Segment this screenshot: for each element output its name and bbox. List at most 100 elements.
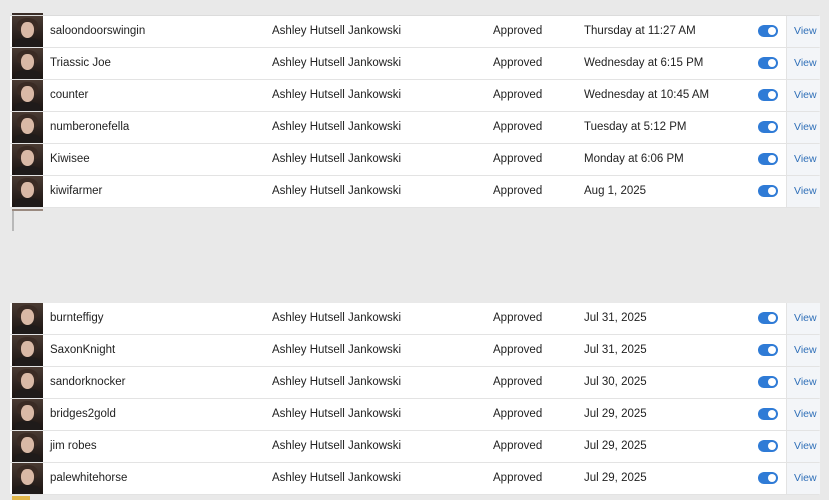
moderator-name: Ashley Hutsell Jankowski bbox=[272, 185, 402, 197]
toggle-knob bbox=[768, 123, 776, 131]
approve-toggle[interactable] bbox=[758, 344, 778, 356]
username[interactable]: saloondoorswingin bbox=[50, 16, 145, 47]
username[interactable]: SaxonKnight bbox=[50, 335, 115, 366]
avatar-icon[interactable] bbox=[12, 16, 43, 47]
view-link[interactable]: View bbox=[794, 176, 817, 207]
avatar-face bbox=[21, 118, 34, 134]
moderator-name: Ashley Hutsell Jankowski bbox=[272, 57, 402, 69]
avatar-shirt bbox=[15, 134, 40, 143]
avatar-icon[interactable] bbox=[12, 48, 43, 79]
view-column: View bbox=[786, 112, 820, 143]
username[interactable]: sandorknocker bbox=[50, 367, 125, 398]
toggle-knob bbox=[768, 59, 776, 67]
username[interactable]: kiwifarmer bbox=[50, 176, 102, 207]
avatar-icon[interactable] bbox=[12, 176, 43, 207]
view-column: View bbox=[786, 16, 820, 47]
view-column: View bbox=[786, 144, 820, 175]
view-link[interactable]: View bbox=[794, 399, 817, 430]
username[interactable]: Triassic Joe bbox=[50, 48, 111, 79]
username[interactable]: palewhitehorse bbox=[50, 463, 127, 494]
timestamp: Jul 31, 2025 bbox=[584, 312, 647, 324]
timestamp: Thursday at 11:27 AM bbox=[584, 25, 696, 37]
status-label: Approved bbox=[493, 89, 543, 101]
avatar-shirt bbox=[15, 485, 40, 494]
view-column: View bbox=[786, 48, 820, 79]
approve-toggle[interactable] bbox=[758, 57, 778, 69]
avatar-face bbox=[21, 405, 34, 421]
avatar-icon[interactable] bbox=[12, 431, 43, 462]
view-link[interactable]: View bbox=[794, 144, 817, 175]
status-label: Approved bbox=[493, 57, 543, 69]
view-link[interactable]: View bbox=[794, 463, 817, 494]
username[interactable]: counter bbox=[50, 80, 88, 111]
table-row: Triassic Joe Ashley Hutsell Jankowski Ap… bbox=[10, 48, 820, 80]
avatar-icon[interactable] bbox=[12, 144, 43, 175]
avatar-shirt bbox=[15, 198, 40, 207]
view-link[interactable]: View bbox=[794, 335, 817, 366]
moderator-name: Ashley Hutsell Jankowski bbox=[272, 121, 402, 133]
avatar-shirt bbox=[15, 102, 40, 111]
partial-row-edge bbox=[12, 209, 14, 231]
avatar-icon[interactable] bbox=[12, 335, 43, 366]
view-column: View bbox=[786, 463, 820, 494]
toggle-knob bbox=[768, 314, 776, 322]
view-link[interactable]: View bbox=[794, 112, 817, 143]
timestamp: Jul 29, 2025 bbox=[584, 440, 647, 452]
table-row: bridges2gold Ashley Hutsell Jankowski Ap… bbox=[10, 399, 820, 431]
approve-toggle[interactable] bbox=[758, 472, 778, 484]
view-column: View bbox=[786, 335, 820, 366]
approve-toggle[interactable] bbox=[758, 440, 778, 452]
approve-toggle[interactable] bbox=[758, 376, 778, 388]
avatar-shirt bbox=[15, 38, 40, 47]
approve-toggle[interactable] bbox=[758, 121, 778, 133]
view-link[interactable]: View bbox=[794, 48, 817, 79]
username[interactable]: bridges2gold bbox=[50, 399, 116, 430]
avatar-shirt bbox=[15, 166, 40, 175]
avatar-shirt bbox=[15, 70, 40, 79]
status-label: Approved bbox=[493, 25, 543, 37]
username[interactable]: numberonefella bbox=[50, 112, 129, 143]
table-row: SaxonKnight Ashley Hutsell Jankowski App… bbox=[10, 335, 820, 367]
table-row: counter Ashley Hutsell Jankowski Approve… bbox=[10, 80, 820, 112]
view-link[interactable]: View bbox=[794, 80, 817, 111]
avatar-icon[interactable] bbox=[12, 463, 43, 494]
avatar-icon[interactable] bbox=[12, 367, 43, 398]
status-label: Approved bbox=[493, 344, 543, 356]
status-label: Approved bbox=[493, 440, 543, 452]
avatar-face bbox=[21, 86, 34, 102]
avatar-face bbox=[21, 22, 34, 38]
username[interactable]: burnteffigy bbox=[50, 303, 104, 334]
avatar-icon[interactable] bbox=[12, 80, 43, 111]
view-column: View bbox=[786, 399, 820, 430]
timestamp: Tuesday at 5:12 PM bbox=[584, 121, 687, 133]
avatar-icon[interactable] bbox=[12, 303, 43, 334]
toggle-knob bbox=[768, 378, 776, 386]
status-label: Approved bbox=[493, 153, 543, 165]
approve-toggle[interactable] bbox=[758, 25, 778, 37]
avatar-face bbox=[21, 309, 34, 325]
toggle-knob bbox=[768, 91, 776, 99]
approve-toggle[interactable] bbox=[758, 312, 778, 324]
toggle-knob bbox=[768, 27, 776, 35]
approve-toggle[interactable] bbox=[758, 153, 778, 165]
approve-toggle[interactable] bbox=[758, 185, 778, 197]
view-link[interactable]: View bbox=[794, 16, 817, 47]
avatar-icon[interactable] bbox=[12, 399, 43, 430]
table-row: palewhitehorse Ashley Hutsell Jankowski … bbox=[10, 463, 820, 495]
status-label: Approved bbox=[493, 312, 543, 324]
view-link[interactable]: View bbox=[794, 431, 817, 462]
view-column: View bbox=[786, 431, 820, 462]
timestamp: Jul 30, 2025 bbox=[584, 376, 647, 388]
view-column: View bbox=[786, 367, 820, 398]
username[interactable]: jim robes bbox=[50, 431, 97, 462]
username[interactable]: Kiwisee bbox=[50, 144, 90, 175]
avatar-shirt bbox=[15, 421, 40, 430]
view-link[interactable]: View bbox=[794, 367, 817, 398]
approve-toggle[interactable] bbox=[758, 408, 778, 420]
status-label: Approved bbox=[493, 408, 543, 420]
moderator-name: Ashley Hutsell Jankowski bbox=[272, 376, 402, 388]
approve-toggle[interactable] bbox=[758, 89, 778, 101]
toggle-knob bbox=[768, 474, 776, 482]
avatar-icon[interactable] bbox=[12, 112, 43, 143]
view-link[interactable]: View bbox=[794, 303, 817, 334]
